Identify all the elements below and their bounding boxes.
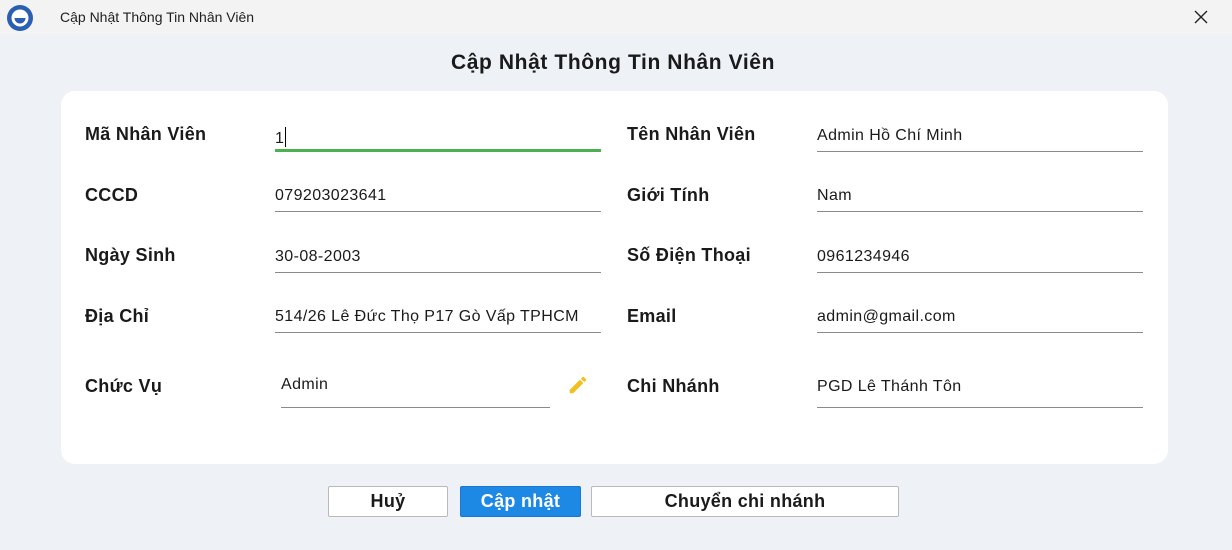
position-label: Chức Vụ bbox=[85, 376, 163, 396]
address-label: Địa Chỉ bbox=[85, 306, 150, 326]
employee-id-input[interactable]: 1 bbox=[275, 115, 601, 152]
branch-input[interactable]: PGD Lê Thánh Tôn bbox=[817, 371, 1143, 408]
birthdate-input[interactable]: 30-08-2003 bbox=[275, 236, 601, 273]
phone-value: 0961234946 bbox=[817, 248, 910, 265]
cccd-input[interactable]: 079203023641 bbox=[275, 175, 601, 212]
gender-label: Giới Tính bbox=[627, 185, 710, 205]
gender-value: Nam bbox=[817, 187, 852, 204]
address-input[interactable]: 514/26 Lê Đức Thọ P17 Gò Vấp TPHCM bbox=[275, 296, 601, 333]
cccd-value: 079203023641 bbox=[275, 187, 387, 204]
pencil-icon[interactable] bbox=[567, 374, 589, 396]
text-caret bbox=[285, 127, 287, 147]
email-label: Email bbox=[627, 306, 677, 326]
employee-id-label: Mã Nhân Viên bbox=[85, 124, 207, 144]
email-value: admin@gmail.com bbox=[817, 308, 956, 325]
position-input[interactable]: Admin bbox=[281, 371, 550, 408]
employee-name-label: Tên Nhân Viên bbox=[627, 124, 756, 144]
page-title: Cập Nhật Thông Tin Nhân Viên bbox=[450, 51, 776, 74]
transfer-branch-button[interactable]: Chuyển chi nhánh bbox=[591, 486, 899, 517]
employee-name-input[interactable]: Admin Hồ Chí Minh bbox=[817, 115, 1143, 152]
birthdate-label: Ngày Sinh bbox=[85, 245, 176, 265]
close-button[interactable] bbox=[1186, 3, 1216, 31]
birthdate-value: 30-08-2003 bbox=[275, 248, 361, 265]
title-bar: Cập Nhật Thông Tin Nhân Viên bbox=[0, 0, 1232, 35]
phone-input[interactable]: 0961234946 bbox=[817, 236, 1143, 273]
close-icon bbox=[1194, 10, 1208, 24]
branch-label: Chi Nhánh bbox=[627, 376, 720, 396]
address-value: 514/26 Lê Đức Thọ P17 Gò Vấp TPHCM bbox=[275, 308, 579, 325]
cccd-label: CCCD bbox=[85, 185, 139, 205]
branch-value: PGD Lê Thánh Tôn bbox=[817, 378, 962, 395]
employee-id-value: 1 bbox=[275, 127, 287, 148]
gender-input[interactable]: Nam bbox=[817, 175, 1143, 212]
employee-name-value: Admin Hồ Chí Minh bbox=[817, 127, 963, 144]
app-logo-icon bbox=[7, 5, 33, 31]
update-button[interactable]: Cập nhật bbox=[460, 486, 581, 517]
email-input[interactable]: admin@gmail.com bbox=[817, 296, 1143, 333]
position-value: Admin bbox=[281, 376, 329, 393]
window-title: Cập Nhật Thông Tin Nhân Viên bbox=[60, 9, 255, 25]
phone-label: Số Điện Thoại bbox=[627, 245, 751, 265]
cancel-button[interactable]: Huỷ bbox=[328, 486, 448, 517]
